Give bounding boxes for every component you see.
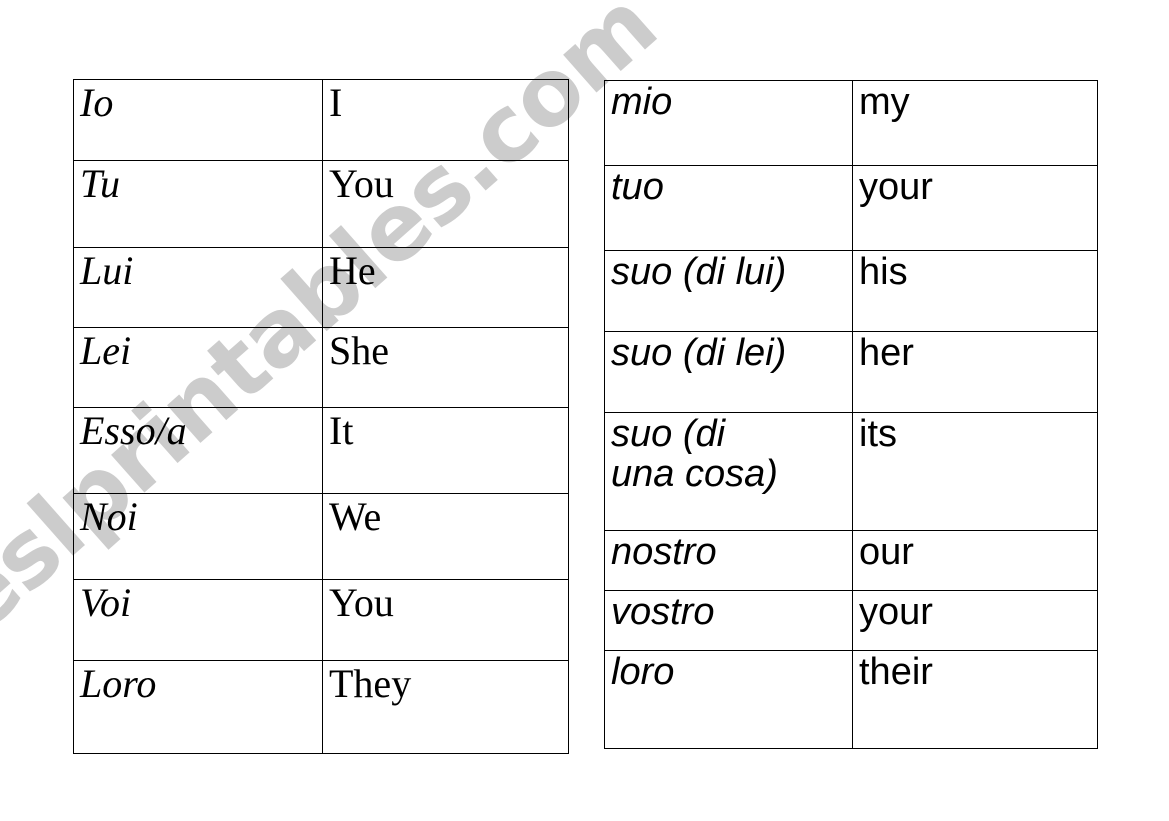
cell-english: He [322, 247, 569, 328]
cell-italian-line1: tuo [611, 166, 664, 208]
cell-english: her [852, 331, 1098, 413]
cell-italian-line1: suo (di [611, 413, 726, 455]
cell-english: I [322, 79, 569, 161]
cell-italian-line1: mio [611, 81, 673, 123]
cell-italian: tuo [604, 165, 853, 251]
table-row: tuo your [604, 165, 1098, 251]
cell-italian: loro [604, 650, 853, 749]
table-row: Loro They [73, 660, 569, 754]
cell-italian: nostro [604, 530, 853, 591]
cell-italian: suo (di lui) [604, 250, 853, 332]
table-row: Tu You [73, 160, 569, 248]
table-row: suo (di lei) her [604, 331, 1098, 413]
cell-italian-line1: loro [611, 651, 675, 693]
cell-english: his [852, 250, 1098, 332]
cell-italian: Loro [73, 660, 323, 754]
cell-italian: Noi [73, 493, 323, 580]
table-row: Esso/a It [73, 407, 569, 494]
table-row: Lei She [73, 327, 569, 408]
cell-italian: suo (di lei) [604, 331, 853, 413]
cell-italian: mio [604, 80, 853, 166]
cell-italian-line1: suo (di lui) [611, 251, 787, 293]
cell-italian: Esso/a [73, 407, 323, 494]
cell-english: their [852, 650, 1098, 749]
cell-italian: suo (di una cosa) [604, 412, 853, 531]
table-row: loro their [604, 650, 1098, 749]
cell-english: You [322, 160, 569, 248]
worksheet-page: eslprintables.com Io I Tu You Lui He Lei… [0, 0, 1169, 821]
cell-italian-line2: una cosa) [611, 452, 778, 495]
cell-italian: Io [73, 79, 323, 161]
cell-italian-line1: vostro [611, 591, 715, 633]
cell-english: We [322, 493, 569, 580]
cell-italian: Lei [73, 327, 323, 408]
cell-english: its [852, 412, 1098, 531]
table-row: nostro our [604, 530, 1098, 591]
cell-english: my [852, 80, 1098, 166]
cell-italian: Tu [73, 160, 323, 248]
table-row: mio my [604, 80, 1098, 166]
table-row: suo (di una cosa) its [604, 412, 1098, 531]
table-row: Lui He [73, 247, 569, 328]
table-row: vostro your [604, 590, 1098, 651]
cell-english: It [322, 407, 569, 494]
cell-italian-line1: nostro [611, 531, 717, 573]
cell-italian: Voi [73, 579, 323, 661]
cell-english: They [322, 660, 569, 754]
cell-english: She [322, 327, 569, 408]
table-row: Io I [73, 79, 569, 161]
cell-english: your [852, 165, 1098, 251]
table-row: Noi We [73, 493, 569, 580]
cell-english: your [852, 590, 1098, 651]
cell-italian: Lui [73, 247, 323, 328]
cell-italian: vostro [604, 590, 853, 651]
cell-english: our [852, 530, 1098, 591]
cell-italian-line1: suo (di lei) [611, 332, 787, 374]
cell-english: You [322, 579, 569, 661]
table-row: suo (di lui) his [604, 250, 1098, 332]
subject-pronouns-table: Io I Tu You Lui He Lei She Esso/a It Noi… [73, 79, 569, 754]
table-row: Voi You [73, 579, 569, 661]
possessive-adjectives-table: mio my tuo your suo (di lui) his suo (di… [604, 80, 1098, 749]
